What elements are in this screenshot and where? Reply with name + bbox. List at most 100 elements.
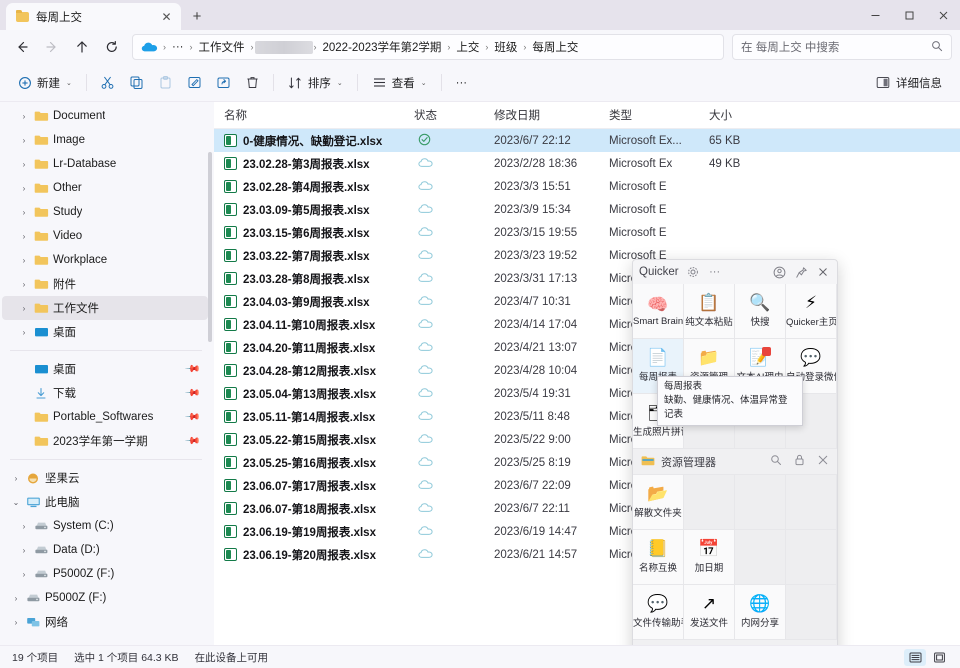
table-row[interactable]: 23.05.22-第15周报表.xlsx2023/5/22 9:00Micros…: [214, 428, 960, 451]
view-button[interactable]: 查看 ⌄: [364, 69, 435, 97]
file-name-cell[interactable]: 23.06.07-第18周报表.xlsx: [214, 501, 404, 517]
chevron-icon[interactable]: ›: [16, 570, 32, 579]
chevron-icon[interactable]: ›: [8, 594, 24, 603]
chevron-icon[interactable]: ›: [16, 546, 32, 555]
forward-button[interactable]: [38, 33, 66, 61]
file-name-cell[interactable]: 23.06.19-第20周报表.xlsx: [214, 547, 404, 563]
table-row[interactable]: 23.03.22-第7周报表.xlsx 2023/3/23 19:52 Micros…: [214, 244, 960, 267]
table-row[interactable]: 23.04.11-第10周报表.xlsx2023/4/14 17:04Micro…: [214, 313, 960, 336]
gear-icon[interactable]: [685, 264, 701, 280]
delete-button[interactable]: [238, 69, 267, 97]
quicker-panel[interactable]: Quicker ··· 🧠 Smart Brain 📋 纯文本粘贴 🔍 快搜 ⚡ Quicke…: [632, 259, 838, 645]
chevron-icon[interactable]: ›: [16, 160, 32, 169]
file-name-cell[interactable]: 23.04.03-第9周报表.xlsx: [214, 294, 404, 310]
share-button[interactable]: [209, 69, 238, 97]
breadcrumb-item-2[interactable]: 2022-2023学年第2学期: [318, 39, 447, 55]
account-icon[interactable]: [771, 264, 787, 280]
paste-button[interactable]: [151, 69, 180, 97]
table-row[interactable]: 23.04.03-第9周报表.xlsx2023/4/7 10:31Microso…: [214, 290, 960, 313]
breadcrumb-item-5[interactable]: 每周上交: [527, 39, 583, 55]
breadcrumb-item-0[interactable]: 工作文件: [194, 39, 250, 55]
chevron-icon[interactable]: ›: [16, 522, 32, 531]
chevron-icon[interactable]: ›: [16, 208, 32, 217]
details-view-button[interactable]: [904, 648, 926, 666]
pin-icon[interactable]: 📌: [183, 409, 200, 426]
chevron-icon[interactable]: ›: [16, 136, 32, 145]
file-name-cell[interactable]: 23.05.04-第13周报表.xlsx: [214, 386, 404, 402]
pin-icon[interactable]: [793, 264, 809, 280]
quicker-action-item-0[interactable]: 📂 解散文件夹: [633, 475, 684, 530]
sidebar-item-lr-database[interactable]: › Lr-Database: [2, 152, 208, 176]
table-row[interactable]: 23.02.28-第3周报表.xlsx 2023/2/28 18:36 Micros…: [214, 152, 960, 175]
file-name-cell[interactable]: 23.03.09-第5周报表.xlsx: [214, 202, 404, 218]
sidebar-item-item-8[interactable]: › 工作文件: [2, 296, 208, 320]
quicker-action-quicker[interactable]: ⚡ Quicker主页: [786, 284, 837, 339]
cut-button[interactable]: [93, 69, 122, 97]
table-row[interactable]: 23.04.20-第11周报表.xlsx2023/4/21 13:07Micro…: [214, 336, 960, 359]
chevron-icon[interactable]: ›: [8, 474, 24, 483]
column-header-name[interactable]: 名称: [214, 107, 404, 123]
file-name-cell[interactable]: 23.03.28-第8周报表.xlsx: [214, 271, 404, 287]
chevron-icon[interactable]: ›: [16, 184, 32, 193]
quicker-action-item-1[interactable]: 📅 加日期: [684, 530, 735, 585]
sidebar-item-item-6[interactable]: › 网络: [2, 610, 208, 634]
file-name-cell[interactable]: 23.05.22-第15周报表.xlsx: [214, 432, 404, 448]
up-button[interactable]: [68, 33, 96, 61]
breadcrumb-item-4[interactable]: 班级: [489, 39, 522, 55]
sidebar-item-workplace[interactable]: › Workplace: [2, 248, 208, 272]
file-name-cell[interactable]: 23.02.28-第3周报表.xlsx: [214, 156, 404, 172]
table-row[interactable]: 23.06.07-第17周报表.xlsx2023/6/7 22:09Micros…: [214, 474, 960, 497]
sidebar-item-study[interactable]: › Study: [2, 200, 208, 224]
sidebar-item-system-c[interactable]: › System (C:): [2, 514, 208, 538]
sidebar-item-p5000z-f[interactable]: › P5000Z (F:): [2, 562, 208, 586]
table-row[interactable]: 23.03.15-第6周报表.xlsx 2023/3/15 19:55 Micros…: [214, 221, 960, 244]
quicker-action-item-0[interactable]: 📒 名称互换: [633, 530, 684, 585]
sidebar-item-data-d[interactable]: › Data (D:): [2, 538, 208, 562]
quicker-action-item-1[interactable]: ↗ 发送文件: [684, 585, 735, 640]
file-name-cell[interactable]: 23.03.22-第7周报表.xlsx: [214, 248, 404, 264]
breadcrumb-item-1[interactable]: [254, 40, 313, 54]
table-row[interactable]: 23.05.25-第16周报表.xlsx2023/5/25 8:19Micros…: [214, 451, 960, 474]
file-name-cell[interactable]: 23.05.11-第14周报表.xlsx: [214, 409, 404, 425]
column-header-date[interactable]: 修改日期: [484, 107, 599, 123]
scissors-icon[interactable]: [817, 454, 829, 469]
copy-button[interactable]: [122, 69, 151, 97]
close-icon[interactable]: [815, 264, 831, 280]
new-tab-button[interactable]: +: [183, 3, 211, 30]
lock-icon[interactable]: [794, 454, 805, 469]
chevron-icon[interactable]: ›: [16, 280, 32, 289]
sidebar-item-2023[interactable]: 2023学年第一学期 📌: [2, 429, 208, 453]
table-row[interactable]: 23.03.09-第5周报表.xlsx 2023/3/9 15:34 Microso…: [214, 198, 960, 221]
details-pane-button[interactable]: 详细信息: [868, 69, 950, 97]
chevron-icon[interactable]: ›: [16, 232, 32, 241]
sidebar-item-other[interactable]: › Other: [2, 176, 208, 200]
file-name-cell[interactable]: 0-健康情况、缺勤登记.xlsx: [214, 133, 404, 149]
sidebar-item-item-1[interactable]: ⌄ 此电脑: [2, 490, 208, 514]
chevron-icon[interactable]: ›: [16, 328, 32, 337]
file-name-cell[interactable]: 23.03.15-第6周报表.xlsx: [214, 225, 404, 241]
quicker-action-item-0[interactable]: 💬 文件传输助手: [633, 585, 684, 640]
refresh-button[interactable]: [98, 33, 126, 61]
column-header-status[interactable]: 状态: [404, 107, 484, 123]
sidebar-item-p5000z-f[interactable]: › P5000Z (F:): [2, 586, 208, 610]
file-name-cell[interactable]: 23.02.28-第4周报表.xlsx: [214, 179, 404, 195]
chevron-icon[interactable]: ›: [16, 256, 32, 265]
breadcrumb-overflow[interactable]: ···: [167, 41, 189, 53]
table-row[interactable]: 23.02.28-第4周报表.xlsx 2023/3/3 15:51 Microso…: [214, 175, 960, 198]
quicker-action-item-2[interactable]: 🌐 内网分享: [735, 585, 786, 640]
table-row[interactable]: 23.05.11-第14周报表.xlsx2023/5/11 8:48Micros…: [214, 405, 960, 428]
chevron-icon[interactable]: ›: [16, 304, 32, 313]
new-button[interactable]: 新建 ⌄: [10, 69, 80, 97]
close-icon[interactable]: ✕: [158, 8, 175, 25]
sidebar-item-item-0[interactable]: 桌面 📌: [2, 357, 208, 381]
rename-button[interactable]: [180, 69, 209, 97]
breadcrumb[interactable]: › ··· › 工作文件 › › 2022-2023学年第2学期 › 上交 › …: [132, 34, 724, 60]
sidebar-item-document[interactable]: › Document: [2, 104, 208, 128]
table-row[interactable]: 23.03.28-第8周报表.xlsx2023/3/31 17:13Micros…: [214, 267, 960, 290]
more-options-button[interactable]: ···: [448, 69, 476, 97]
file-name-cell[interactable]: 23.06.07-第17周报表.xlsx: [214, 478, 404, 494]
breadcrumb-item-3[interactable]: 上交: [451, 39, 484, 55]
maximize-icon[interactable]: [892, 0, 926, 30]
sidebar-item-item-0[interactable]: › 坚果云: [2, 466, 208, 490]
tiles-view-button[interactable]: [928, 649, 950, 666]
